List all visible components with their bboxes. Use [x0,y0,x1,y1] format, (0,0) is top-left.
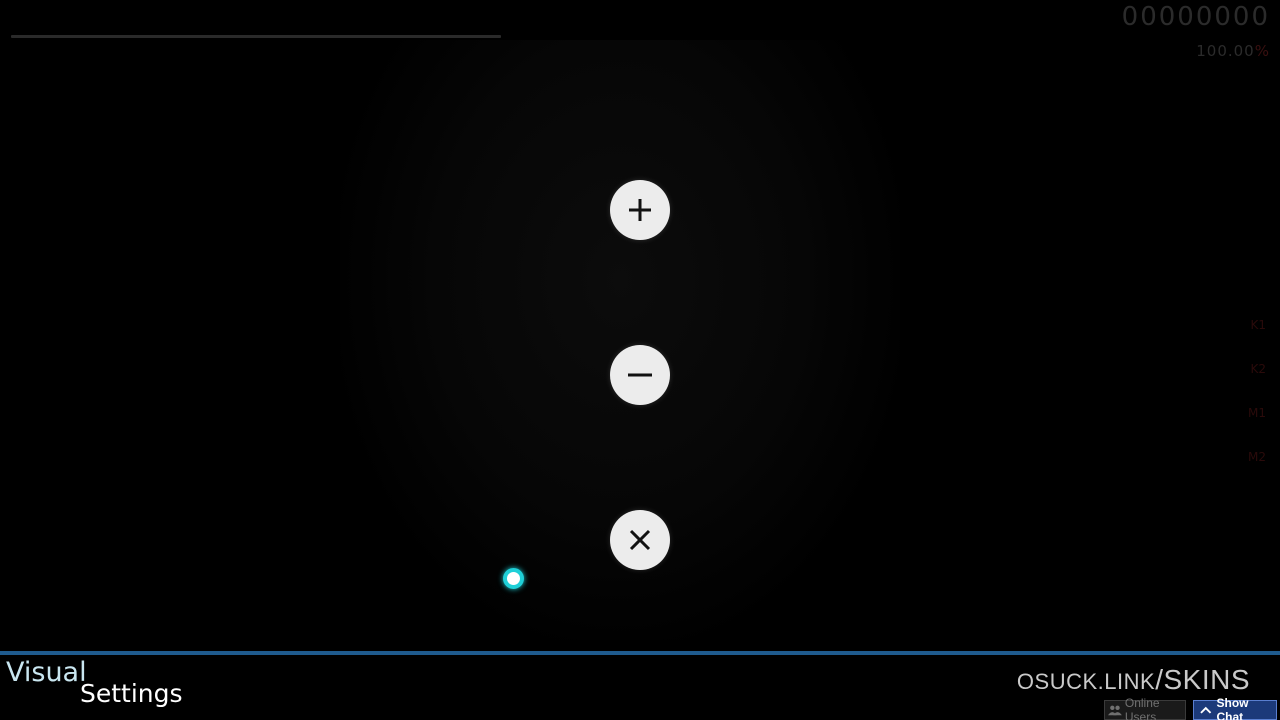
key-m1: M1 [1248,406,1266,420]
brand-watermark: OSUCK.LINK/SKINS [1017,664,1250,696]
song-progress-bar [11,35,501,38]
accuracy-percent-sign: % [1254,42,1270,60]
key-k1: K1 [1250,318,1266,332]
accuracy-display: 100.00% [1196,42,1270,60]
score-counter: 00000000 [1121,2,1270,32]
decrease-button[interactable] [610,345,670,405]
close-button[interactable] [610,510,670,570]
users-icon [1108,705,1122,716]
key-overlay: K1 K2 M1 M2 [1242,318,1266,494]
show-chat-button[interactable]: Show Chat [1193,696,1277,720]
game-cursor [503,568,524,589]
screen-title-visual: Visual [6,657,87,688]
online-users-button[interactable]: Online Users [1104,696,1186,720]
key-k2: K2 [1250,362,1266,376]
online-users-label: Online Users [1124,696,1160,720]
minus-icon [628,373,652,377]
accuracy-value: 100.00 [1196,42,1255,60]
key-m2: M2 [1248,450,1266,464]
increase-button[interactable] [610,180,670,240]
chevron-up-icon [1200,706,1212,714]
brand-path: /SKINS [1155,664,1250,695]
screen-title-settings: Settings [80,679,183,708]
close-icon [629,529,651,551]
show-chat-label: Show Chat [1216,696,1249,720]
plus-icon [629,199,651,221]
brand-domain: OSUCK.LINK [1016,669,1156,694]
